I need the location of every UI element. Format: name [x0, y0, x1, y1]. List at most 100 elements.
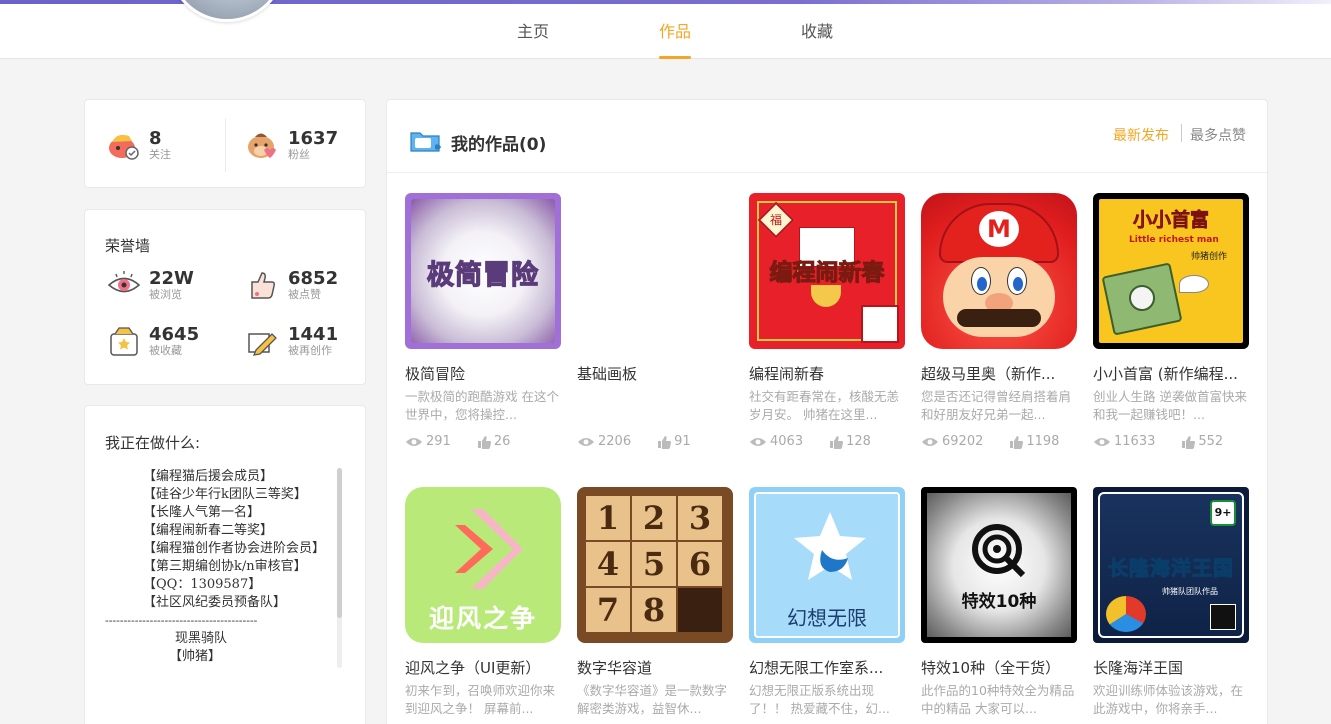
- recreate-pencil-icon: [248, 333, 277, 356]
- work-card[interactable]: 特效10种 特效10种（全干货） 此作品的10种特效全为精品中的精品 大家可以.…: [921, 487, 1077, 718]
- work-thumbnail[interactable]: 极简冒险: [405, 193, 561, 349]
- work-meta: 2206 91: [577, 434, 733, 449]
- recreated-count: 1441: [288, 323, 339, 345]
- doing-line: 【长隆人气第一名】: [143, 505, 261, 520]
- doing-line: 现黑骑队: [175, 631, 228, 646]
- target-swirl-icon: [972, 524, 1026, 578]
- collection-box-icon: [110, 327, 138, 356]
- work-description: 创业人生路 逆袭做首富快来和我一起赚钱吧！...: [1093, 389, 1247, 422]
- work-thumbnail[interactable]: 1 2 3 4 5 6 7 8: [577, 487, 733, 643]
- doing-scrollbar[interactable]: [337, 468, 342, 668]
- doing-scrollbar-thumb[interactable]: [337, 468, 342, 618]
- thumb-up-icon: [830, 435, 844, 449]
- doing-line: 【硅谷少年行k团队三等奖】: [143, 487, 307, 502]
- honor-wall-card: 荣誉墙 22W 被浏览 6852 被点赞 4645 被收藏 1441 被再创作: [84, 209, 366, 385]
- work-title[interactable]: 特效10种（全干货）: [921, 657, 1077, 678]
- fans-label: 粉丝: [288, 147, 310, 161]
- thumb-title-text: 小小首富: [1132, 209, 1210, 232]
- work-card[interactable]: 9+ 长隆海洋王国 帅猪队团队作品 长隆海洋王国 欢迎训练师体验该游戏，在此游戏…: [1093, 487, 1249, 718]
- fans-count: 1637: [288, 127, 339, 149]
- thumb-title-text: 编程闹新春: [769, 260, 885, 287]
- work-title[interactable]: 幻想无限工作室系...: [749, 657, 905, 678]
- work-thumbnail[interactable]: 9+ 长隆海洋王国 帅猪队团队作品: [1093, 487, 1249, 643]
- work-card[interactable]: 福 编程闹新春 编程闹新春 社交有距春常在，核酸无恙岁月安。 帅猪在这里... …: [749, 193, 905, 449]
- follow-label: 关注: [149, 147, 171, 161]
- doing-line: 【编程猫创作者协会进阶会员】: [143, 541, 326, 556]
- work-thumbnail[interactable]: 福 编程闹新春: [749, 193, 905, 349]
- work-description: 幻想无限正版系统出现了！！ 热爱藏不住，幻...: [749, 683, 890, 716]
- doing-line: 【编程猫后援会成员】: [143, 469, 274, 484]
- work-card[interactable]: M 超级马里奥（新作... 您是否还记得曾经肩搭着肩和好朋友好兄弟一起... 6…: [921, 193, 1077, 449]
- sort-latest-button[interactable]: 最新发布: [1113, 125, 1169, 145]
- puzzle-empty-tile: [678, 588, 722, 632]
- tab-home[interactable]: 主页: [517, 4, 549, 59]
- work-title[interactable]: 基础画板: [577, 363, 733, 384]
- work-card[interactable]: 极简冒险 极简冒险 一款极简的跑酷游戏 在这个世界中，您将操控... 291 2…: [405, 193, 561, 449]
- thumb-title-text: 幻想无限: [787, 606, 867, 630]
- view-count: 4063: [770, 434, 804, 449]
- works-title: 我的作品(0): [451, 135, 547, 155]
- doing-title: 我正在做什么:: [105, 434, 201, 452]
- puzzle-tile: 6: [678, 542, 722, 586]
- work-description: 《数字华容道》是一款数字解密类游戏，益智休...: [577, 683, 728, 716]
- like-count: 26: [493, 434, 511, 449]
- work-description: 一款极简的跑酷游戏 在这个世界中，您将操控...: [405, 389, 559, 422]
- mario-m: M: [979, 211, 1019, 247]
- puzzle-tile: 7: [586, 588, 630, 632]
- thumb-up-icon: [658, 435, 672, 449]
- follow-stat[interactable]: 8 关注: [107, 128, 171, 162]
- sort-likes-button[interactable]: 最多点赞: [1190, 125, 1246, 145]
- work-card[interactable]: 基础画板 2206 91: [577, 193, 733, 449]
- work-title[interactable]: 迎风之争（UI更新）: [405, 657, 561, 678]
- work-thumbnail[interactable]: 迎风之争: [405, 487, 561, 643]
- thumb-title-text: 长隆海洋王国: [1108, 556, 1234, 581]
- eye-icon: [107, 271, 141, 293]
- like-count: 128: [846, 434, 871, 449]
- doing-line: 【第三期编创协k/n审核官】: [143, 559, 307, 574]
- tab-works[interactable]: 作品: [659, 4, 692, 59]
- work-card[interactable]: 迎风之争 迎风之争（UI更新） 初来乍到，召唤师欢迎你来到迎风之争！ 屏幕前..…: [405, 487, 561, 718]
- work-title[interactable]: 长隆海洋王国: [1093, 657, 1249, 678]
- works-panel: 我的作品(0) 最新发布 最多点赞 极简冒险 极简冒险 一款极简的跑酷游戏 在这…: [386, 99, 1268, 724]
- recreated-stat: 1441 被再创作: [246, 324, 338, 358]
- work-meta: 4063 128: [749, 434, 905, 449]
- thumb-team-tag: 帅猪队团队作品: [1162, 587, 1218, 596]
- puzzle-tile: 5: [632, 542, 676, 586]
- viewed-count: 22W: [149, 267, 194, 289]
- thumb-up-icon: [1182, 435, 1196, 449]
- work-title[interactable]: 极简冒险: [405, 363, 561, 384]
- work-title[interactable]: 数字华容道: [577, 657, 733, 678]
- puzzle-tile: 4: [586, 542, 630, 586]
- honor-wall-title: 荣誉墙: [105, 237, 151, 255]
- puzzle-tile: 8: [632, 588, 676, 632]
- thumb-subtitle: Little richest man: [1129, 235, 1219, 245]
- work-thumbnail[interactable]: 特效10种: [921, 487, 1077, 643]
- work-description: 您是否还记得曾经肩搭着肩和好朋友好兄弟一起...: [921, 389, 1072, 422]
- work-card[interactable]: 小小首富 Little richest man 帅猪创作 小小首富 (新作编程.…: [1093, 193, 1249, 449]
- work-title[interactable]: 超级马里奥（新作...: [921, 363, 1077, 384]
- work-card[interactable]: 1 2 3 4 5 6 7 8 数字华容道 《数字华容道》是一款数字解密类游戏，…: [577, 487, 733, 718]
- fans-stat[interactable]: 1637 粉丝: [246, 128, 338, 162]
- arrow-logo-icon: [455, 509, 523, 589]
- work-thumbnail[interactable]: 小小首富 Little richest man 帅猪创作: [1093, 193, 1249, 349]
- doing-separator: ----------------------------------------…: [105, 614, 258, 627]
- tab-favorites[interactable]: 收藏: [801, 4, 833, 59]
- puzzle-tile: 2: [632, 496, 676, 540]
- view-count: 291: [426, 434, 451, 449]
- like-count: 552: [1198, 434, 1224, 449]
- work-card[interactable]: 幻想无限 幻想无限工作室系... 幻想无限正版系统出现了！！ 热爱藏不住，幻..…: [749, 487, 905, 718]
- eye-icon: [922, 437, 938, 446]
- liked-label: 被点赞: [288, 287, 321, 301]
- follow-stats-card: 8 关注 1637 粉丝: [84, 99, 366, 188]
- work-description: 初来乍到，召唤师欢迎你来到迎风之争！ 屏幕前...: [405, 683, 556, 716]
- doing-line: 【编程闹新春二等奖】: [143, 523, 274, 538]
- work-thumbnail[interactable]: M: [921, 193, 1077, 349]
- work-title[interactable]: 编程闹新春: [749, 363, 905, 384]
- like-count: 1198: [1026, 434, 1060, 449]
- work-thumbnail[interactable]: [577, 193, 733, 349]
- works-panel-header: 我的作品(0) 最新发布 最多点赞: [387, 100, 1267, 173]
- work-thumbnail[interactable]: 幻想无限: [749, 487, 905, 643]
- follow-count: 8: [149, 127, 162, 149]
- work-title[interactable]: 小小首富 (新作编程...: [1093, 363, 1249, 384]
- sort-divider: [1181, 124, 1182, 142]
